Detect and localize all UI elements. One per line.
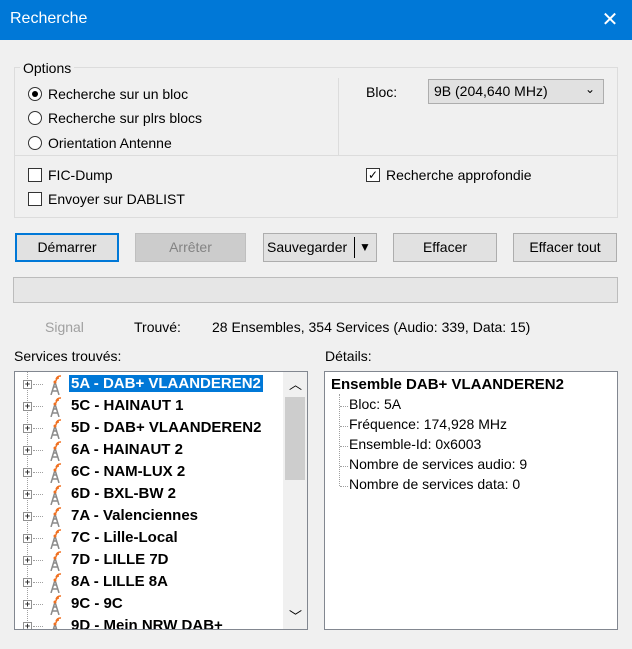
clear-button[interactable]: Effacer <box>393 233 497 262</box>
tree-item[interactable]: +7C - Lille-Local <box>23 528 283 550</box>
scroll-down-icon[interactable]: ﹀ <box>289 606 302 625</box>
detail-line: Bloc: 5A <box>349 396 402 412</box>
antenna-icon <box>52 617 62 629</box>
expand-icon[interactable]: + <box>23 534 32 543</box>
antenna-icon <box>50 573 62 593</box>
tree-item-label: 5A - DAB+ VLAANDEREN2 <box>69 375 263 392</box>
clear-all-button[interactable]: Effacer tout <box>513 233 617 262</box>
antenna-icon <box>50 463 62 483</box>
tree-item[interactable]: +9C - 9C <box>23 594 283 616</box>
scrollbar-thumb[interactable] <box>285 397 305 480</box>
tree-item[interactable]: +6D - BXL-BW 2 <box>23 484 283 506</box>
antenna-icon <box>50 375 62 395</box>
detail-line: Nombre de services audio: 9 <box>349 456 528 472</box>
expand-icon[interactable]: + <box>23 622 32 629</box>
bloc-select[interactable]: 9B (204,640 MHz) ⌄ <box>428 79 604 104</box>
antenna-icon <box>50 507 62 527</box>
antenna-icon <box>50 397 62 417</box>
detail-line: Ensemble-Id: 0x6003 <box>349 436 482 452</box>
tree-item[interactable]: +7D - LILLE 7D <box>23 550 283 572</box>
close-icon[interactable]: ✕ <box>596 6 624 34</box>
antenna-icon <box>50 529 62 549</box>
expand-icon[interactable]: + <box>23 402 32 411</box>
dropdown-arrow-icon[interactable]: ▼ <box>359 234 371 261</box>
expand-icon[interactable]: + <box>23 468 32 477</box>
antenna-icon <box>50 441 62 461</box>
details-panel: Ensemble DAB+ VLAANDEREN2 Bloc: 5A Fréque… <box>324 371 618 630</box>
divider <box>338 78 339 155</box>
antenna-icon <box>50 595 62 615</box>
tree-item[interactable]: +8A - LILLE 8A <box>23 572 283 594</box>
expand-icon[interactable]: + <box>23 380 32 389</box>
expand-icon[interactable]: + <box>23 556 32 565</box>
tree-item-label: 5C - HAINAUT 1 <box>71 397 184 414</box>
detail-line: Fréquence: 174,928 MHz <box>349 416 507 432</box>
signal-label: Signal <box>45 319 84 335</box>
expand-icon[interactable]: + <box>23 578 32 587</box>
tree-item-label: 9C - 9C <box>71 595 123 612</box>
chevron-down-icon: ⌄ <box>585 82 596 96</box>
save-button[interactable]: Sauvegarder ▼ <box>263 233 377 262</box>
window-title: Recherche <box>10 10 88 27</box>
antenna-icon <box>50 419 62 439</box>
tree-item-label: 8A - LILLE 8A <box>71 573 168 590</box>
tree-item-label: 7C - Lille-Local <box>71 529 178 546</box>
details-label: Détails: <box>325 348 372 364</box>
tree-item-label: 7A - Valenciennes <box>71 507 199 524</box>
scroll-up-icon[interactable]: ︿ <box>289 374 302 393</box>
title-bar: Recherche ✕ <box>0 0 632 40</box>
tree-item[interactable]: +5C - HAINAUT 1 <box>23 396 283 418</box>
divider <box>354 237 355 258</box>
expand-icon[interactable]: + <box>23 512 32 521</box>
tree-item-label: 6D - BXL-BW 2 <box>71 485 176 502</box>
progress-bar <box>13 277 618 303</box>
expand-icon[interactable]: + <box>23 424 32 433</box>
tree-item[interactable]: +5D - DAB+ VLAANDEREN2 <box>23 418 283 440</box>
tree-item-label: 9D - Mein NRW DAB+ <box>71 617 223 630</box>
tree-item-label: 5D - DAB+ VLAANDEREN2 <box>71 419 262 436</box>
services-tree[interactable]: +5A - DAB+ VLAANDEREN2 +5C - HAINAUT 1 +5D… <box>14 371 308 630</box>
bloc-label: Bloc: <box>366 84 398 100</box>
scrollbar[interactable]: ︿ ﹀ <box>283 372 307 629</box>
tree-item[interactable]: +6C - NAM-LUX 2 <box>23 462 283 484</box>
tree-item-label: 6A - HAINAUT 2 <box>71 441 183 458</box>
expand-icon[interactable]: + <box>23 490 32 499</box>
tree-item-label: 7D - LILLE 7D <box>71 551 169 568</box>
tree-item[interactable]: +7A - Valenciennes <box>23 506 283 528</box>
antenna-icon <box>50 551 62 571</box>
divider <box>15 155 617 156</box>
tree-item[interactable]: +6A - HAINAUT 2 <box>23 440 283 462</box>
antenna-icon <box>50 485 62 505</box>
details-title: Ensemble DAB+ VLAANDEREN2 <box>331 376 564 393</box>
detail-line: Nombre de services data: 0 <box>349 476 521 492</box>
expand-icon[interactable]: + <box>23 600 32 609</box>
tree-item-label: 6C - NAM-LUX 2 <box>71 463 186 480</box>
start-button[interactable]: Démarrer <box>15 233 119 262</box>
tree-item[interactable]: +9D - Mein NRW DAB+ <box>23 616 283 630</box>
found-value: 28 Ensembles, 354 Services (Audio: 339, … <box>212 319 531 335</box>
tree-item[interactable]: +5A - DAB+ VLAANDEREN2 <box>23 374 283 396</box>
stop-button[interactable]: Arrêter <box>135 233 246 262</box>
options-legend: Options <box>20 60 75 76</box>
found-label: Trouvé: <box>134 319 181 335</box>
expand-icon[interactable]: + <box>23 446 32 455</box>
services-label: Services trouvés: <box>14 348 122 364</box>
check-icon: ✓ <box>366 168 380 182</box>
